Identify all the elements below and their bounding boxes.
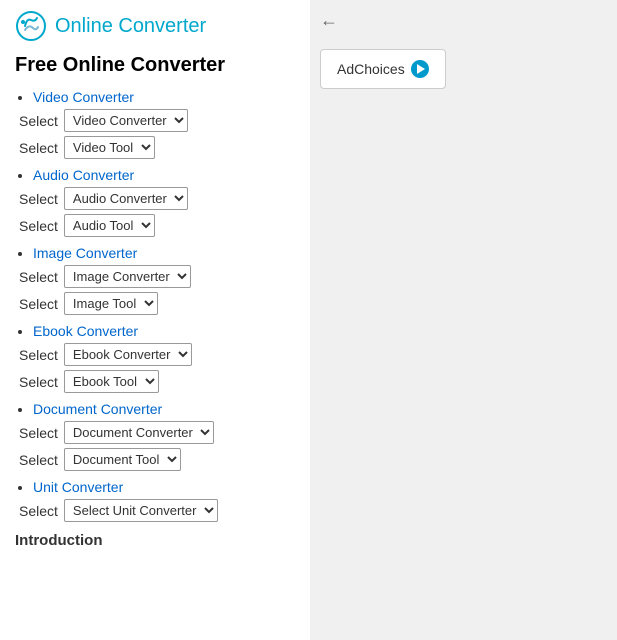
link-unit[interactable]: Unit Converter: [33, 479, 123, 495]
select-image-2[interactable]: Image Tool: [64, 292, 158, 315]
logo-area: Online Converter: [15, 10, 295, 42]
select-label-ebook-2: Select: [19, 374, 58, 390]
section-document-list: Document Converter: [15, 401, 295, 417]
select-image-1[interactable]: Image Converter: [64, 265, 191, 288]
link-image[interactable]: Image Converter: [33, 245, 137, 261]
section-unit-list: Unit Converter: [15, 479, 295, 495]
list-item-document: Document Converter: [33, 401, 295, 417]
logo-icon: [15, 10, 47, 42]
list-item-audio: Audio Converter: [33, 167, 295, 183]
sections-container: Video ConverterSelectVideo ConverterSele…: [15, 89, 295, 522]
section-document: Document Converter Select Document Convert…: [15, 401, 295, 471]
select-row-document-2: Select Document Tool: [15, 448, 295, 471]
select-label-document-2: Select: [19, 452, 58, 468]
right-panel: ← AdChoices: [310, 0, 617, 640]
select-document-1[interactable]: Document Converter: [64, 421, 214, 444]
ad-play-triangle: [417, 64, 425, 74]
select-row-document-1: Select Document Converter: [15, 421, 295, 444]
section-audio-list: Audio Converter: [15, 167, 295, 183]
left-panel: Online Converter Free Online Converter V…: [0, 0, 310, 640]
select-audio-2[interactable]: Audio Tool: [64, 214, 155, 237]
ad-choices-icon: [411, 60, 429, 78]
select-ebook-2[interactable]: Ebook Tool: [64, 370, 159, 393]
main-title: Free Online Converter: [15, 54, 295, 77]
intro-title: Introduction: [15, 532, 295, 549]
list-item-ebook: Ebook Converter: [33, 323, 295, 339]
section-image: Image ConverterSelectImage ConverterSele…: [15, 245, 295, 315]
select-row-unit-1: Select Select Unit Converter: [15, 499, 295, 522]
select-document-2[interactable]: Document Tool: [64, 448, 181, 471]
logo-text: Online Converter: [55, 15, 206, 38]
link-audio[interactable]: Audio Converter: [33, 167, 134, 183]
select-row-ebook-2: Select Ebook Tool: [15, 370, 295, 393]
select-label-image-2: Select: [19, 296, 58, 312]
select-label-audio-1: Select: [19, 191, 58, 207]
section-video-list: Video Converter: [15, 89, 295, 105]
select-audio-1[interactable]: Audio Converter: [64, 187, 188, 210]
select-label-document-1: Select: [19, 425, 58, 441]
select-row-video-2: Select Video Tool: [15, 136, 295, 159]
select-label-audio-2: Select: [19, 218, 58, 234]
list-item-video: Video Converter: [33, 89, 295, 105]
section-ebook: Ebook ConverterSelectEbook ConverterSele…: [15, 323, 295, 393]
section-audio: Audio ConverterSelectAudio ConverterSele…: [15, 167, 295, 237]
select-row-audio-1: Select Audio Converter: [15, 187, 295, 210]
select-ebook-1[interactable]: Ebook Converter: [64, 343, 192, 366]
back-arrow[interactable]: ←: [320, 10, 338, 31]
select-row-ebook-1: Select Ebook Converter: [15, 343, 295, 366]
select-label-ebook-1: Select: [19, 347, 58, 363]
link-document[interactable]: Document Converter: [33, 401, 162, 417]
select-row-audio-2: Select Audio Tool: [15, 214, 295, 237]
select-label-video-1: Select: [19, 113, 58, 129]
select-unit-1[interactable]: Select Unit Converter: [64, 499, 218, 522]
select-row-image-2: Select Image Tool: [15, 292, 295, 315]
select-row-video-1: Select Video Converter: [15, 109, 295, 132]
list-item-unit: Unit Converter: [33, 479, 295, 495]
select-label-video-2: Select: [19, 140, 58, 156]
section-unit: Unit Converter Select Select Unit Converte…: [15, 479, 295, 522]
select-video-2[interactable]: Video Tool: [64, 136, 155, 159]
select-video-1[interactable]: Video Converter: [64, 109, 188, 132]
section-ebook-list: Ebook Converter: [15, 323, 295, 339]
ad-box: AdChoices: [320, 49, 446, 89]
list-item-image: Image Converter: [33, 245, 295, 261]
select-row-image-1: Select Image Converter: [15, 265, 295, 288]
select-label-image-1: Select: [19, 269, 58, 285]
section-video: Video ConverterSelectVideo ConverterSele…: [15, 89, 295, 159]
link-video[interactable]: Video Converter: [33, 89, 134, 105]
select-label-unit-1: Select: [19, 503, 58, 519]
ad-text: AdChoices: [337, 61, 405, 77]
section-image-list: Image Converter: [15, 245, 295, 261]
link-ebook[interactable]: Ebook Converter: [33, 323, 138, 339]
